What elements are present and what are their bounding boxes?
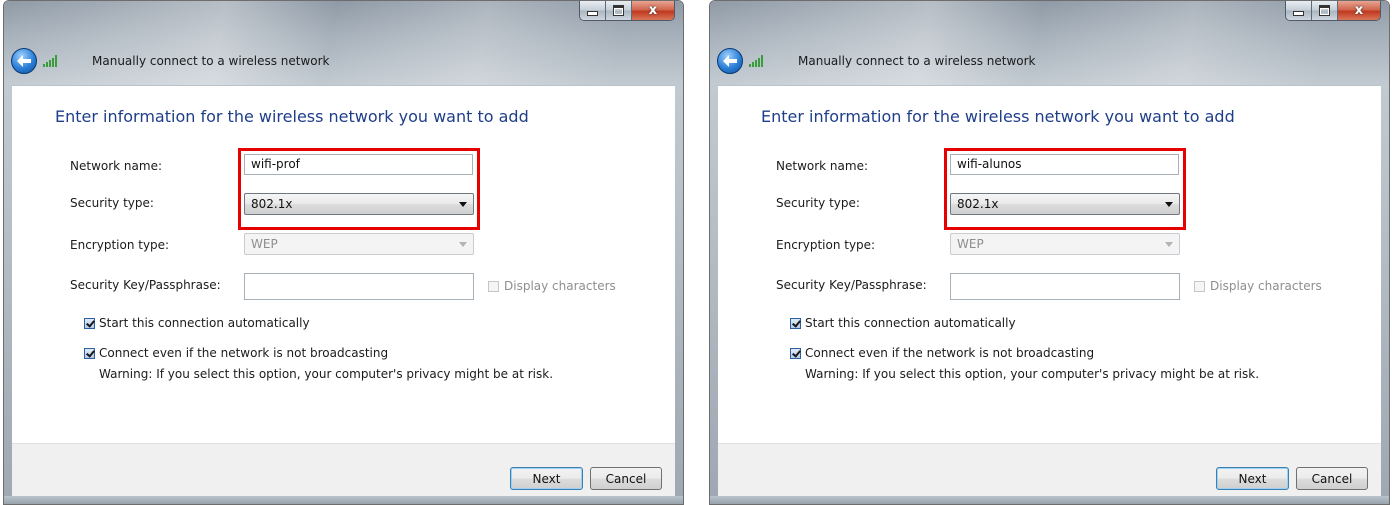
minimize-button[interactable] [580,1,606,20]
dropdown-arrow-icon [1165,242,1173,247]
display-characters-checkbox [488,281,499,292]
maximize-icon [1319,5,1330,16]
wireless-signal-icon [43,55,57,67]
minimize-icon [1293,11,1304,16]
page-heading: Enter information for the wireless netwo… [55,107,529,126]
dialog-content: Enter information for the wireless netwo… [12,85,675,444]
passphrase-input[interactable] [244,273,474,300]
not-broadcasting-label[interactable]: Connect even if the network is not broad… [99,346,388,360]
auto-connect-checkbox[interactable] [84,318,95,329]
cancel-button[interactable]: Cancel [1296,467,1368,490]
caption-buttons: x [1285,1,1381,21]
network-name-label: Network name: [776,159,868,173]
back-button[interactable] [11,48,37,74]
encryption-type-value: WEP [957,237,984,251]
window-frame-bottom [4,496,683,504]
page-heading: Enter information for the wireless netwo… [761,107,1235,126]
security-type-value: 802.1x [957,197,999,211]
minimize-button[interactable] [1286,1,1312,20]
close-button[interactable]: x [632,1,674,20]
next-button[interactable]: Next [1216,467,1289,490]
dropdown-arrow-icon [459,242,467,247]
passphrase-input[interactable] [950,273,1180,300]
dialog-window-2: x Manually connect to a wireless network… [709,0,1390,505]
encryption-type-select: WEP [244,233,474,255]
maximize-button[interactable] [606,1,632,20]
security-type-label: Security type: [776,196,860,210]
back-arrow-icon [723,55,737,67]
cancel-button[interactable]: Cancel [590,467,662,490]
window-frame-right [675,85,683,504]
dialog-window-1: x Manually connect to a wireless network… [3,0,684,505]
window-frame-right [1381,85,1389,504]
security-type-value: 802.1x [251,197,293,211]
network-name-input[interactable]: wifi-prof [244,154,473,175]
close-icon: x [648,3,658,18]
security-type-select[interactable]: 802.1x [244,193,474,215]
encryption-type-select: WEP [950,233,1180,255]
window-title: Manually connect to a wireless network [798,54,1036,68]
window-title: Manually connect to a wireless network [92,54,330,68]
dropdown-arrow-icon [1165,202,1173,207]
display-characters-label: Display characters [1210,279,1322,293]
dialog-footer: Next Cancel [718,443,1381,499]
next-button[interactable]: Next [510,467,583,490]
not-broadcasting-checkbox[interactable] [84,348,95,359]
auto-connect-label[interactable]: Start this connection automatically [99,316,310,330]
privacy-warning-text: Warning: If you select this option, your… [805,367,1260,381]
network-name-label: Network name: [70,159,162,173]
encryption-type-value: WEP [251,237,278,251]
security-type-label: Security type: [70,196,154,210]
dropdown-arrow-icon [459,202,467,207]
close-button[interactable]: x [1338,1,1380,20]
privacy-warning-text: Warning: If you select this option, your… [99,367,554,381]
not-broadcasting-checkbox[interactable] [790,348,801,359]
display-characters-checkbox [1194,281,1205,292]
window-frame-left [4,85,12,504]
dialog-content: Enter information for the wireless netwo… [718,85,1381,444]
auto-connect-checkbox[interactable] [790,318,801,329]
back-arrow-icon [17,55,31,67]
network-name-input[interactable]: wifi-alunos [950,154,1179,175]
auto-connect-label[interactable]: Start this connection automatically [805,316,1016,330]
encryption-type-label: Encryption type: [70,238,170,252]
dialog-footer: Next Cancel [12,443,675,499]
maximize-icon [613,5,624,16]
caption-buttons: x [579,1,675,21]
display-characters-label: Display characters [504,279,616,293]
minimize-icon [587,11,598,16]
passphrase-label: Security Key/Passphrase: [776,278,927,292]
passphrase-label: Security Key/Passphrase: [70,278,221,292]
encryption-type-label: Encryption type: [776,238,876,252]
not-broadcasting-label[interactable]: Connect even if the network is not broad… [805,346,1094,360]
wireless-signal-icon [749,55,763,67]
security-type-select[interactable]: 802.1x [950,193,1180,215]
maximize-button[interactable] [1312,1,1338,20]
close-icon: x [1354,3,1364,18]
window-frame-left [710,85,718,504]
window-frame-bottom [710,496,1389,504]
back-button[interactable] [717,48,743,74]
